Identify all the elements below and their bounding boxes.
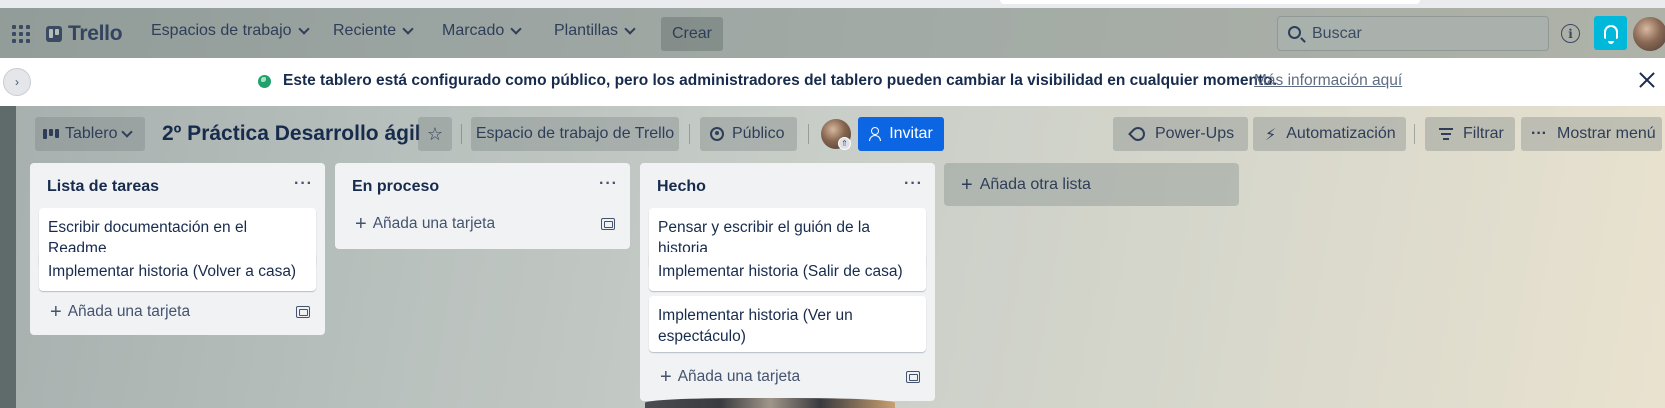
search-placeholder: Buscar <box>1312 24 1362 42</box>
card[interactable]: Implementar historia (Volver a casa) <box>39 252 316 291</box>
add-card-label: Añada una tarjeta <box>67 303 191 320</box>
add-card-label: Añada una tarjeta <box>372 215 496 232</box>
add-card-button[interactable]: + Añada una tarjeta <box>344 208 621 240</box>
visibility-banner: › Este tablero está configurado como púb… <box>0 58 1665 106</box>
browser-tab-edge <box>1000 0 1420 4</box>
divider <box>808 124 809 144</box>
chevron-down-icon <box>402 22 414 35</box>
plus-icon: + <box>961 173 973 196</box>
search-input[interactable]: Buscar <box>1277 16 1549 51</box>
create-button[interactable]: Crear <box>661 17 723 51</box>
bell-icon <box>1603 25 1618 44</box>
visibility-label: Público <box>732 125 785 142</box>
list-menu-icon[interactable]: ··· <box>294 175 313 193</box>
nav-recent-label: Reciente <box>333 22 397 39</box>
board-view-label: Tablero <box>65 125 118 142</box>
visibility-button[interactable]: Público <box>700 117 797 151</box>
public-globe-icon <box>258 75 271 88</box>
automation-label: Automatización <box>1286 125 1396 142</box>
list-menu-icon[interactable]: ··· <box>599 175 618 193</box>
globe-icon <box>710 127 724 141</box>
board-title[interactable]: 2º Práctica Desarrollo ágil <box>162 117 421 151</box>
close-icon[interactable] <box>1636 69 1658 91</box>
nav-recent[interactable]: Reciente <box>333 22 414 40</box>
chevron-down-icon <box>121 125 134 138</box>
nav-workspaces[interactable]: Espacios de trabajo <box>151 22 310 40</box>
top-navigation-bar: Trello Espacios de trabajo Reciente Marc… <box>0 8 1665 58</box>
banner-more-info-link[interactable]: Más información aquí <box>1254 72 1402 90</box>
nav-starred-label: Marcado <box>442 22 505 39</box>
chevron-down-icon <box>510 22 522 35</box>
filter-button[interactable]: Filtrar <box>1425 117 1515 151</box>
nav-workspaces-label: Espacios de trabajo <box>151 22 292 39</box>
star-icon: ☆ <box>426 123 444 145</box>
browser-top-strip <box>0 0 1665 8</box>
plus-icon: + <box>355 213 367 235</box>
trello-logo-text: Trello <box>68 22 123 45</box>
card-template-icon[interactable] <box>906 371 920 383</box>
invite-label: Invitar <box>889 125 933 142</box>
show-menu-button[interactable]: ··· Mostrar menú <box>1521 117 1662 151</box>
card[interactable]: Implementar historia (Salir de casa) <box>649 252 926 291</box>
list-in-progress[interactable]: En proceso ··· + Añada una tarjeta <box>335 163 630 249</box>
plus-icon: + <box>660 366 672 388</box>
info-icon[interactable]: i <box>1561 24 1580 43</box>
trello-logo-icon <box>46 26 62 42</box>
apps-grid-icon[interactable] <box>12 25 30 43</box>
rocket-icon <box>1128 124 1148 144</box>
board-view-switcher[interactable]: Tablero <box>35 117 145 151</box>
admin-badge-icon: ⇑ <box>838 137 851 150</box>
list-title[interactable]: En proceso <box>352 178 439 196</box>
divider <box>461 124 462 144</box>
add-list-button[interactable]: + Añada otra lista <box>944 163 1239 206</box>
notifications-button[interactable] <box>1594 16 1627 50</box>
list-todo[interactable]: Lista de tareas ··· Escribir documentaci… <box>30 163 325 335</box>
lightning-icon: ⚡ <box>1265 124 1277 144</box>
divider <box>1414 124 1415 144</box>
trello-logo[interactable]: Trello <box>46 22 123 46</box>
add-card-button[interactable]: + Añada una tarjeta <box>649 361 926 393</box>
user-avatar[interactable] <box>1633 17 1665 51</box>
list-title[interactable]: Lista de tareas <box>47 178 159 196</box>
chevron-down-icon <box>624 22 636 35</box>
automation-button[interactable]: ⚡ Automatización <box>1253 117 1406 151</box>
filter-label: Filtrar <box>1463 125 1504 142</box>
power-ups-label: Power-Ups <box>1155 125 1235 142</box>
list-menu-icon[interactable]: ··· <box>904 175 923 193</box>
plus-icon: + <box>50 301 62 323</box>
star-board-button[interactable]: ☆ <box>418 117 452 151</box>
card[interactable]: Implementar historia (Ver un espectáculo… <box>649 296 926 352</box>
chevron-down-icon <box>297 22 310 35</box>
add-card-button[interactable]: + Añada una tarjeta <box>39 296 316 328</box>
sidebar-expand-button[interactable]: › <box>3 68 31 96</box>
background-image-detail <box>645 398 895 408</box>
add-card-label: Añada una tarjeta <box>677 368 801 385</box>
card-template-icon[interactable] <box>296 306 310 318</box>
more-dots-icon: ··· <box>1531 125 1547 142</box>
filter-icon <box>1439 128 1453 140</box>
power-ups-button[interactable]: Power-Ups <box>1113 117 1248 151</box>
divider <box>689 124 690 144</box>
banner-message: Este tablero está configurado como públi… <box>283 72 1277 89</box>
nav-templates[interactable]: Plantillas <box>554 22 636 40</box>
nav-templates-label: Plantillas <box>554 22 619 39</box>
add-list-label: Añada otra lista <box>979 175 1091 193</box>
show-menu-label: Mostrar menú <box>1556 125 1656 142</box>
list-title[interactable]: Hecho <box>657 178 706 196</box>
add-person-icon <box>869 127 883 141</box>
board-view-icon <box>43 129 59 139</box>
collapsed-sidebar[interactable] <box>0 106 16 408</box>
invite-button[interactable]: Invitar <box>858 117 944 151</box>
nav-starred[interactable]: Marcado <box>442 22 522 40</box>
workspace-button[interactable]: Espacio de trabajo de Trello <box>471 117 679 151</box>
list-done[interactable]: Hecho ··· Pensar y escribir el guión de … <box>640 163 935 401</box>
search-icon <box>1288 26 1301 39</box>
card-template-icon[interactable] <box>601 218 615 230</box>
